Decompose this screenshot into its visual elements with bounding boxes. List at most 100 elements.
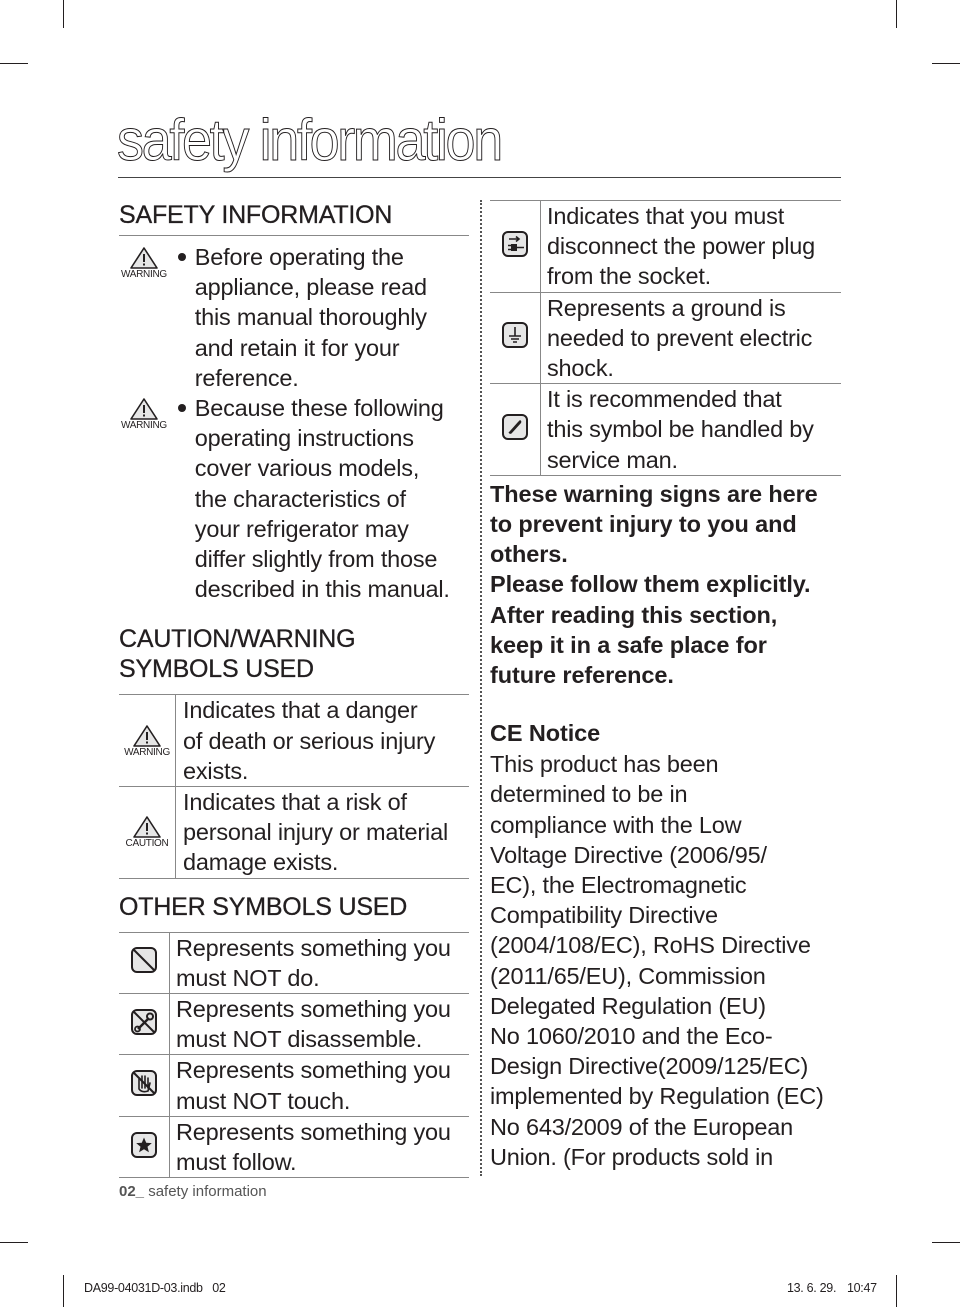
- text-line: needed to prevent electric: [547, 324, 813, 351]
- caution-heading-line: CAUTION/WARNING: [119, 625, 356, 654]
- service-phone-icon: [501, 413, 529, 446]
- crop-mark: [896, 1275, 897, 1307]
- no-touch-icon: [130, 1069, 158, 1102]
- electrical-symbol-row: Represents a ground is needed to prevent …: [490, 291, 841, 385]
- text-line: Compatibility Directive: [490, 902, 718, 929]
- text-line: It is recommended that: [547, 386, 782, 413]
- text-line: reference.: [194, 364, 299, 391]
- safety-bullet-item: WARNING Before operating the appliance, pl…: [119, 242, 469, 393]
- text-line: shock.: [547, 355, 614, 382]
- symbol-description: Represents something you must NOT do.: [169, 931, 469, 995]
- symbol-icon-cell: [490, 291, 541, 385]
- text-line: Union. (For products sold in: [490, 1143, 774, 1170]
- caution-symbol-row: CAUTION Indicates that a risk of personal …: [119, 786, 469, 879]
- text-line: No 1060/2010 and the Eco-: [490, 1023, 773, 1050]
- text-line: These warning signs are here: [490, 480, 818, 507]
- text-line: determined to be in: [490, 781, 688, 808]
- safety-bullet-list: WARNING Before operating the appliance, pl…: [119, 242, 469, 604]
- safety-bullet-item: WARNING Because these following operating …: [119, 393, 469, 604]
- text-line: Indicates that a danger: [183, 697, 418, 724]
- symbol-icon-cell: [119, 1115, 170, 1179]
- text-line: differ slightly from those: [194, 546, 438, 573]
- crop-mark: [932, 63, 960, 64]
- column-divider: [480, 200, 482, 1176]
- text-line: the characteristics of: [194, 485, 406, 512]
- other-symbol-row: Represents something you must follow.: [119, 1115, 469, 1179]
- text-line: future reference.: [490, 662, 674, 689]
- symbol-description: Indicates that you must disconnect the po…: [540, 200, 841, 293]
- symbol-description: It is recommended that this symbol be han…: [540, 383, 841, 476]
- right-column: Indicates that you must disconnect the po…: [490, 200, 841, 1172]
- text-line: Because these following: [194, 395, 444, 422]
- ground-icon: [501, 321, 529, 354]
- bullet-dot: [169, 242, 195, 261]
- text-line: After reading this section,: [490, 601, 778, 628]
- badge-label: WARNING: [121, 269, 167, 280]
- text-line: this symbol be handled by: [547, 416, 814, 443]
- text-line: Voltage Directive (2006/95/: [490, 841, 767, 868]
- text-line: cover various models,: [194, 455, 420, 482]
- text-line: Before operating the: [194, 244, 404, 270]
- text-line: implemented by Regulation (EC): [490, 1083, 824, 1110]
- symbol-description: Indicates that a danger of death or serio…: [175, 694, 469, 788]
- caution-icon: [132, 815, 162, 839]
- bullet-text: Before operating the appliance, please re…: [195, 242, 469, 393]
- crop-mark: [0, 63, 28, 64]
- text-line: exists.: [183, 757, 249, 784]
- print-slug-date: 13. 6. 29.: [787, 1281, 837, 1295]
- text-line: disconnect the power plug: [547, 233, 816, 260]
- crop-mark: [63, 1275, 64, 1307]
- symbol-icon-cell: WARNING: [119, 694, 176, 788]
- other-symbol-row: Represents something you must NOT disasse…: [119, 993, 469, 1056]
- warning-badge: WARNING: [119, 724, 175, 758]
- text-line: appliance, please read: [194, 274, 427, 301]
- warning-badge: CAUTION: [119, 815, 175, 849]
- electrical-symbol-row: It is recommended that this symbol be han…: [490, 383, 841, 476]
- other-symbols-heading: OTHER SYMBOLS USED: [119, 892, 408, 921]
- text-line: EC), the Electromagnetic: [490, 872, 747, 899]
- text-line: Represents something you: [176, 934, 451, 961]
- other-symbols-table: Represents something you must NOT do. Repr…: [119, 931, 469, 1179]
- crop-mark: [0, 1242, 28, 1243]
- text-line: (2004/108/EC), RoHS Directive: [490, 932, 811, 959]
- electrical-symbol-row: Indicates that you must disconnect the po…: [490, 200, 841, 293]
- text-line: No 643/2009 of the European: [490, 1113, 793, 1140]
- text-line: described in this manual.: [194, 576, 450, 603]
- symbol-icon-cell: [490, 383, 541, 476]
- caution-symbol-row: WARNING Indicates that a danger of death o…: [119, 694, 469, 788]
- warning-badge: WARNING: [119, 393, 169, 431]
- symbol-description: Indicates that a risk of personal injury …: [175, 786, 469, 879]
- footer-label: safety information: [148, 1183, 267, 1200]
- badge-label: WARNING: [124, 746, 170, 758]
- symbol-icon-cell: [490, 200, 541, 293]
- crop-mark: [896, 0, 897, 28]
- text-line: and retain it for your: [194, 334, 400, 361]
- title-rule: [118, 177, 841, 178]
- warning-icon: [129, 246, 159, 270]
- other-symbol-row: Represents something you must NOT touch.: [119, 1054, 469, 1117]
- text-line: service man.: [547, 446, 678, 473]
- text-line: (2011/65/EU), Commission: [490, 962, 766, 989]
- warning-badge: WARNING: [119, 242, 169, 280]
- no-disassemble-icon: [130, 1008, 158, 1041]
- page-footer: 02_ safety information: [119, 1183, 267, 1200]
- crop-mark: [63, 0, 64, 28]
- page-number: 02_: [119, 1183, 145, 1200]
- text-line: damage exists.: [183, 849, 339, 876]
- caution-warning-heading: CAUTION/WARNING SYMBOLS USED: [119, 624, 469, 684]
- badge-label: CAUTION: [125, 838, 169, 850]
- bullet-text: Because these following operating instruc…: [195, 393, 469, 604]
- symbol-icon-cell: [119, 1054, 170, 1117]
- badge-label: WARNING: [121, 420, 167, 432]
- text-line: Represents something you: [176, 996, 451, 1023]
- symbol-description: Represents something you must follow.: [169, 1115, 469, 1179]
- caution-heading-line: SYMBOLS USED: [119, 655, 314, 684]
- print-slug-file: DA99-04031D-03.indb 02: [84, 1281, 226, 1295]
- must-follow-star-icon: [130, 1131, 158, 1164]
- text-line: Indicates that a risk of: [183, 789, 407, 816]
- crop-mark: [932, 1242, 960, 1243]
- text-line: this manual thoroughly: [194, 304, 427, 331]
- print-slug-time: 10:47: [847, 1281, 877, 1295]
- text-line: must NOT do.: [176, 964, 320, 991]
- text-line: Indicates that you must: [547, 203, 785, 229]
